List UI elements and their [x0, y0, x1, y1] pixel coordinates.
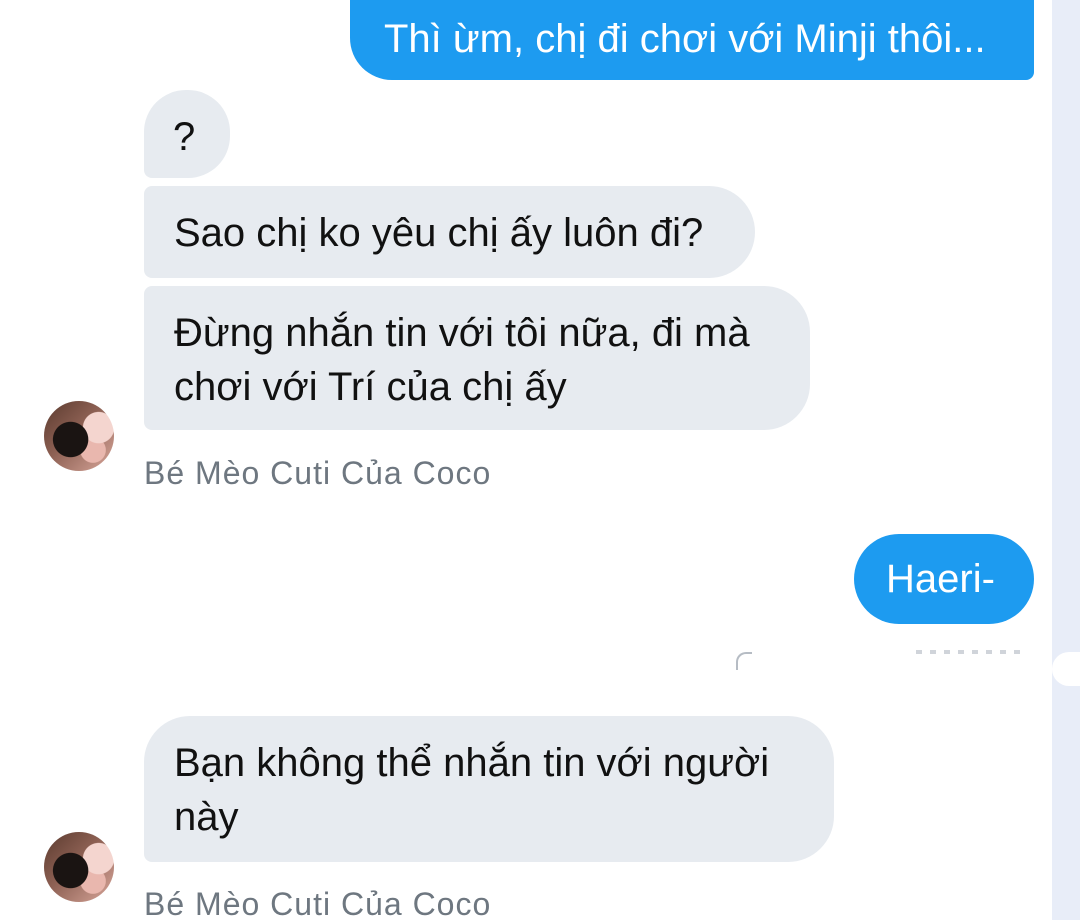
cropped-timestamp-fragment [736, 648, 1036, 670]
avatar[interactable] [44, 401, 114, 471]
sender-name: Bé Mèo Cuti Của Coco [144, 886, 492, 922]
side-panel-edge [1052, 0, 1080, 920]
chat-thread: Thì ừm, chị đi chơi với Minji thôi... ? … [0, 0, 1052, 922]
outgoing-message-bubble[interactable]: Haeri- [854, 534, 1034, 624]
panel-edge-notch [1052, 652, 1080, 686]
incoming-message-bubble[interactable]: Đừng nhắn tin với tôi nữa, đi mà chơi vớ… [144, 286, 810, 430]
sender-name: Bé Mèo Cuti Của Coco [144, 455, 492, 491]
partial-text-fragment [916, 650, 1026, 654]
partial-glyph [736, 652, 752, 670]
incoming-message-bubble[interactable]: Bạn không thể nhắn tin với người này [144, 716, 834, 862]
incoming-message-bubble[interactable]: ? [144, 90, 230, 178]
outgoing-message-bubble[interactable]: Thì ừm, chị đi chơi với Minji thôi... [350, 0, 1034, 80]
avatar[interactable] [44, 832, 114, 902]
incoming-message-bubble[interactable]: Sao chị ko yêu chị ấy luôn đi? [144, 186, 755, 278]
